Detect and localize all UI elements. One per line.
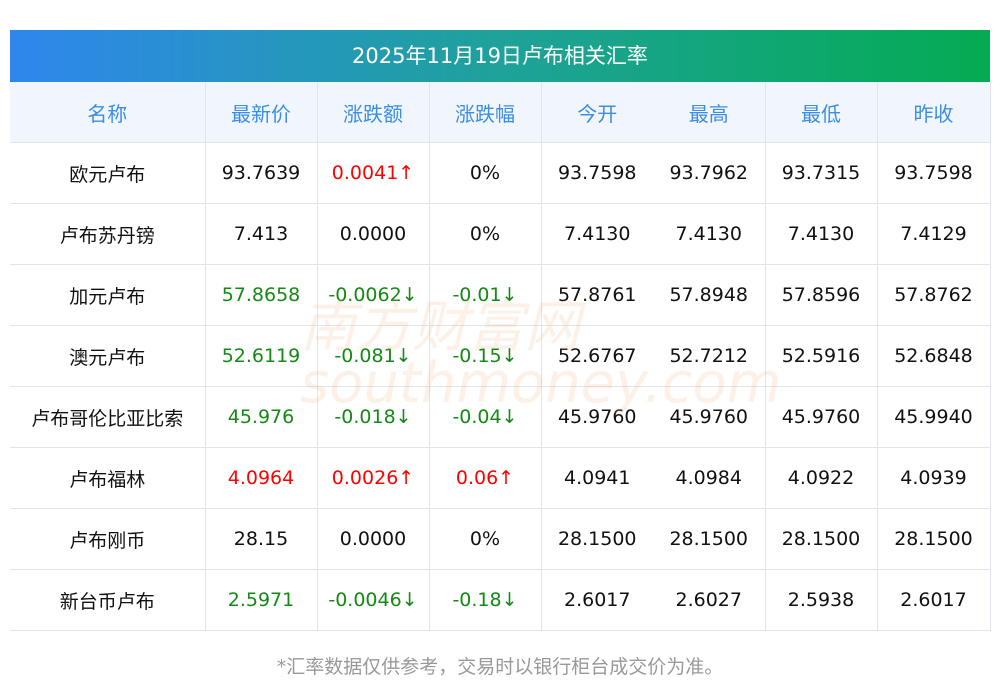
cell-open: 2.6017 — [540, 569, 653, 631]
table-row: 卢布刚币 28.15 0.0000 0% 28.1500 28.1500 28.1500 28… — [10, 508, 991, 570]
cell-latest: 2.5971 — [204, 569, 317, 631]
cell-pct: 0.06↑ — [428, 447, 541, 509]
cell-open: 4.0941 — [540, 447, 653, 509]
cell-prev: 52.6848 — [876, 325, 991, 387]
cell-open: 28.1500 — [540, 508, 653, 570]
cell-high: 45.9760 — [653, 386, 765, 448]
cell-high: 28.1500 — [653, 508, 765, 570]
column-header: 今开 — [540, 82, 653, 143]
cell-name: 卢布刚币 — [10, 508, 205, 570]
cell-prev: 4.0939 — [876, 447, 991, 509]
cell-change: -0.018↓ — [316, 386, 429, 448]
cell-change: 0.0000 — [316, 203, 429, 265]
column-header: 最新价 — [204, 82, 317, 143]
table-row: 卢布哥伦比亚比索 45.976 -0.018↓ -0.04↓ 45.9760 45.976… — [10, 386, 991, 448]
cell-prev: 7.4129 — [876, 203, 991, 265]
cell-latest: 7.413 — [204, 203, 317, 265]
cell-prev: 57.8762 — [876, 264, 991, 326]
cell-latest: 28.15 — [204, 508, 317, 570]
cell-high: 93.7962 — [653, 142, 765, 204]
cell-name: 卢布哥伦比亚比索 — [10, 386, 205, 448]
cell-change: 0.0041↑ — [316, 142, 429, 204]
column-header: 涨跌额 — [316, 82, 429, 143]
cell-low: 28.1500 — [764, 508, 877, 570]
cell-latest: 4.0964 — [204, 447, 317, 509]
column-header: 名称 — [10, 82, 205, 143]
cell-change: -0.0046↓ — [316, 569, 429, 631]
cell-high: 57.8948 — [653, 264, 765, 326]
cell-low: 45.9760 — [764, 386, 877, 448]
cell-high: 4.0984 — [653, 447, 765, 509]
column-header: 最高 — [653, 82, 765, 143]
cell-prev: 28.1500 — [876, 508, 991, 570]
cell-high: 52.7212 — [653, 325, 765, 387]
exchange-rate-table: 名称 最新价 涨跌额 涨跌幅 今开 最高 最低 昨收 欧元卢布 93.7639 0.0041↑ 0%… — [10, 82, 991, 631]
footnote: *汇率数据仅供参考，交易时以银行柜台成交价为准。 — [276, 656, 724, 678]
cell-open: 93.7598 — [540, 142, 653, 204]
cell-change: -0.081↓ — [316, 325, 429, 387]
cell-name: 卢布苏丹镑 — [10, 203, 205, 265]
cell-name: 加元卢布 — [10, 264, 205, 326]
cell-pct: -0.18↓ — [428, 569, 541, 631]
table-row: 澳元卢布 52.6119 -0.081↓ -0.15↓ 52.6767 52.7212 52… — [10, 325, 991, 387]
column-header: 最低 — [764, 82, 877, 143]
cell-low: 7.4130 — [764, 203, 877, 265]
cell-latest: 93.7639 — [204, 142, 317, 204]
cell-change: 0.0026↑ — [316, 447, 429, 509]
cell-latest: 57.8658 — [204, 264, 317, 326]
table-row: 卢布苏丹镑 7.413 0.0000 0% 7.4130 7.4130 7.4130 7.41… — [10, 203, 991, 265]
cell-change: -0.0062↓ — [316, 264, 429, 326]
column-header: 涨跌幅 — [428, 82, 541, 143]
cell-prev: 45.9940 — [876, 386, 991, 448]
cell-name: 欧元卢布 — [10, 142, 205, 204]
cell-prev: 2.6017 — [876, 569, 991, 631]
cell-low: 57.8596 — [764, 264, 877, 326]
cell-name: 澳元卢布 — [10, 325, 205, 387]
cell-high: 2.6027 — [653, 569, 765, 631]
cell-open: 45.9760 — [540, 386, 653, 448]
cell-latest: 52.6119 — [204, 325, 317, 387]
cell-open: 52.6767 — [540, 325, 653, 387]
table-row: 卢布福林 4.0964 0.0026↑ 0.06↑ 4.0941 4.0984 4.0922… — [10, 447, 991, 509]
cell-pct: 0% — [428, 142, 541, 204]
cell-pct: 0% — [428, 203, 541, 265]
cell-low: 4.0922 — [764, 447, 877, 509]
cell-pct: -0.15↓ — [428, 325, 541, 387]
cell-pct: 0% — [428, 508, 541, 570]
table-row: 欧元卢布 93.7639 0.0041↑ 0% 93.7598 93.7962 93.731… — [10, 142, 991, 204]
cell-pct: -0.04↓ — [428, 386, 541, 448]
cell-open: 7.4130 — [540, 203, 653, 265]
cell-low: 93.7315 — [764, 142, 877, 204]
table-row: 加元卢布 57.8658 -0.0062↓ -0.01↓ 57.8761 57.8948 5… — [10, 264, 991, 326]
cell-name: 新台币卢布 — [10, 569, 205, 631]
cell-prev: 93.7598 — [876, 142, 991, 204]
cell-change: 0.0000 — [316, 508, 429, 570]
cell-latest: 45.976 — [204, 386, 317, 448]
table-title: 2025年11月19日卢布相关汇率 — [10, 30, 990, 82]
column-header: 昨收 — [876, 82, 991, 143]
table-row: 新台币卢布 2.5971 -0.0046↓ -0.18↓ 2.6017 2.6027 2.5… — [10, 569, 991, 631]
cell-high: 7.4130 — [653, 203, 765, 265]
cell-low: 52.5916 — [764, 325, 877, 387]
cell-pct: -0.01↓ — [428, 264, 541, 326]
cell-name: 卢布福林 — [10, 447, 205, 509]
cell-open: 57.8761 — [540, 264, 653, 326]
cell-low: 2.5938 — [764, 569, 877, 631]
